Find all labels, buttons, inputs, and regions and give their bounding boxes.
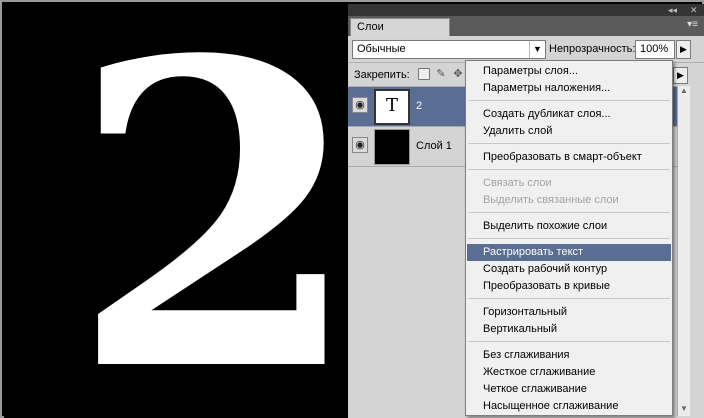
menu-divider (468, 298, 670, 299)
menu-divider (468, 100, 670, 101)
menu-item-layer-properties[interactable]: Параметры слоя... (467, 63, 671, 80)
window-frame: 2 ◂◂ ✕ Слои ▾≡ Обычные ▼ Непрозрачность:… (0, 0, 704, 418)
scroll-down-icon[interactable]: ▼ (678, 404, 690, 416)
close-icon[interactable]: ✕ (690, 5, 698, 15)
menu-item-duplicate-layer[interactable]: Создать дубликат слоя... (467, 106, 671, 123)
menu-item-aa-none[interactable]: Без сглаживания (467, 347, 671, 364)
layer-name[interactable]: Слой 1 (416, 140, 452, 152)
blend-mode-value: Обычные (357, 43, 406, 55)
menu-item-convert-smart-object[interactable]: Преобразовать в смарт-объект (467, 149, 671, 166)
lock-label: Закрепить: (354, 69, 410, 81)
collapse-icon[interactable]: ◂◂ (668, 5, 677, 15)
tab-layers[interactable]: Слои (350, 18, 450, 36)
opacity-slider-button[interactable]: ▶ (676, 40, 691, 59)
menu-divider (468, 212, 670, 213)
menu-item-select-similar[interactable]: Выделить похожие слои (467, 218, 671, 235)
layers-scrollbar[interactable]: ▲ ▼ (677, 86, 690, 416)
menu-item-vertical[interactable]: Вертикальный (467, 321, 671, 338)
menu-item-create-work-path[interactable]: Создать рабочий контур (467, 261, 671, 278)
opacity-input[interactable]: 100% (635, 40, 675, 59)
menu-item-aa-strong[interactable]: Насыщенное сглаживание (467, 398, 671, 415)
blend-mode-select[interactable]: Обычные ▼ (352, 40, 546, 59)
menu-divider (468, 169, 670, 170)
layer-name[interactable]: 2 (416, 100, 422, 112)
menu-item-link-layers: Связать слои (483, 177, 552, 189)
chevron-down-icon[interactable]: ▼ (529, 41, 545, 58)
menu-divider (468, 143, 670, 144)
layer-thumbnail (374, 129, 410, 165)
layer-context-menu: Параметры слоя... Параметры наложения...… (465, 60, 673, 416)
panel-menu-icon[interactable]: ▾≡ (687, 19, 698, 30)
document-canvas[interactable]: 2 (4, 4, 348, 418)
eye-icon[interactable]: ◉ (352, 137, 368, 153)
menu-divider (468, 341, 670, 342)
menu-item-rasterize-type[interactable]: Растрировать текст (467, 244, 671, 261)
menu-item-horizontal[interactable]: Горизонтальный (467, 304, 671, 321)
lock-position-move-icon[interactable]: ✥ (452, 68, 464, 80)
menu-item-delete-layer[interactable]: Удалить слой (467, 123, 671, 140)
menu-item-aa-crisp[interactable]: Четкое сглаживание (467, 381, 671, 398)
menu-divider (468, 238, 670, 239)
scroll-up-icon[interactable]: ▲ (678, 86, 690, 98)
panel-title-bar: ◂◂ ✕ (348, 4, 704, 16)
menu-item-convert-to-shape[interactable]: Преобразовать в кривые (467, 278, 671, 295)
menu-item-aa-sharp[interactable]: Жесткое сглаживание (467, 364, 671, 381)
menu-item-blending-options[interactable]: Параметры наложения... (467, 80, 671, 97)
fill-slider-button[interactable]: ▶ (673, 67, 688, 84)
lock-pixels-brush-icon[interactable]: ✎ (435, 68, 447, 80)
opacity-label: Непрозрачность: (549, 43, 636, 55)
lock-transparency-icon[interactable] (418, 68, 430, 80)
panel-tab-bar: Слои ▾≡ (348, 16, 704, 36)
menu-item-select-linked: Выделить связанные слои (483, 194, 619, 206)
text-layer-thumbnail: T (374, 89, 410, 125)
eye-icon[interactable]: ◉ (352, 97, 368, 113)
canvas-text-layer[interactable]: 2 (70, 8, 348, 418)
